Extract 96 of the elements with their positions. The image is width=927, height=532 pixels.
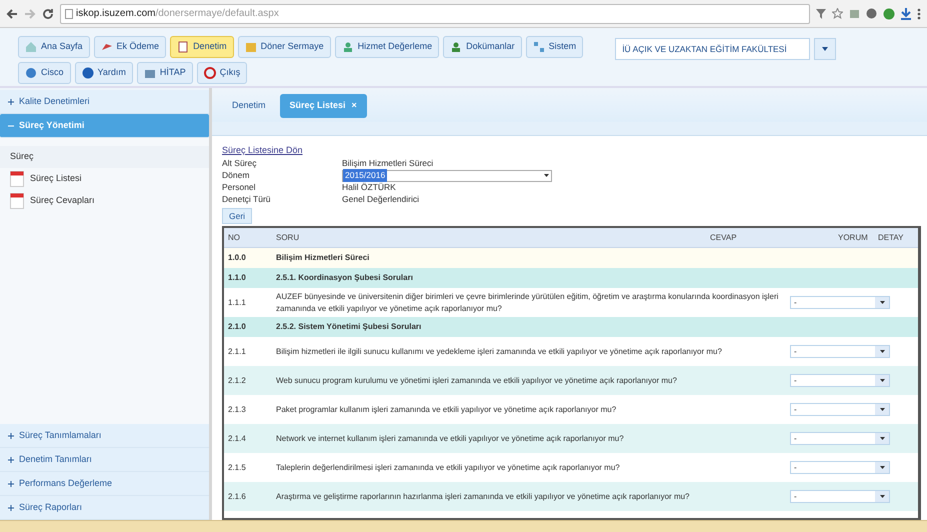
page-icon bbox=[65, 8, 73, 18]
menu-button[interactable]: Sistem bbox=[526, 36, 584, 58]
field-value: Halil ÖZTÜRK bbox=[342, 181, 396, 194]
field-label: Denetçi Türü bbox=[222, 193, 272, 206]
answer-select[interactable]: - bbox=[790, 374, 890, 388]
house-icon bbox=[25, 41, 37, 53]
section-title: 2.5.2. Sistem Yönetimi Şubesi Soruları bbox=[276, 321, 422, 334]
tab[interactable]: Denetim bbox=[222, 94, 276, 118]
power-icon bbox=[204, 67, 216, 79]
question-text: Network ve internet kullanım işleri zamanında ve etkili yapılıyor ve yönetime açık raporlanıyor mu? bbox=[276, 432, 625, 445]
accordion-header[interactable]: Süreç Raporları bbox=[0, 496, 209, 520]
plus-icon bbox=[8, 480, 14, 486]
caret-icon bbox=[880, 437, 884, 440]
field-value: Genel Değerlendirici bbox=[342, 193, 420, 206]
row-number: 2.1.5 bbox=[227, 462, 247, 474]
column-header: YORUM bbox=[838, 232, 869, 244]
plus-icon bbox=[8, 504, 14, 510]
question-text: Web sunucu program kurulumu ve yönetimi işleri zamanında ve etkili yapılıyor ve yönetime açık raporlanıyor mu? bbox=[276, 374, 678, 387]
star-icon[interactable] bbox=[832, 8, 843, 19]
field-value: Bilişim Hizmetleri Süreci bbox=[342, 157, 434, 170]
row-number: 2.1.0 bbox=[227, 321, 247, 334]
section-title: 2.5.1. Koordinasyon Şubesi Soruları bbox=[276, 272, 414, 284]
question-text: Bilişim hizmetleri ile ilgili sunucu kullanımı ve yedekleme işleri zamanında ve etkili yapılıyor ve yönetime açık raporlanıyor mu? bbox=[276, 346, 723, 358]
minus-icon bbox=[8, 122, 14, 128]
menu-button[interactable]: Ek Ödeme bbox=[94, 36, 166, 58]
answer-select[interactable]: - bbox=[790, 296, 890, 310]
accordion-header[interactable]: Denetim Tanımları bbox=[0, 448, 209, 472]
caret-icon bbox=[544, 174, 549, 177]
calendar-icon bbox=[10, 192, 24, 208]
row-number: 2.1.2 bbox=[227, 374, 247, 387]
dropdown-button[interactable] bbox=[814, 38, 836, 60]
plus-icon bbox=[8, 432, 14, 438]
person-icon bbox=[450, 41, 462, 53]
menu-button[interactable]: Hizmet Değerleme bbox=[334, 36, 440, 58]
download-icon[interactable] bbox=[901, 8, 911, 20]
back-icon[interactable] bbox=[6, 8, 18, 20]
sidebar-item[interactable]: Süreç Cevapları bbox=[0, 190, 209, 212]
caret-icon bbox=[822, 47, 828, 51]
back-link[interactable]: Süreç Listesine Dön bbox=[222, 144, 917, 158]
column-header: NO bbox=[227, 232, 241, 244]
url-text: iskop.isuzem.com/donersermaye/default.aspx bbox=[76, 7, 279, 21]
field-label: Alt Süreç bbox=[222, 157, 258, 170]
plus-icon bbox=[8, 456, 14, 462]
menu-button[interactable]: Çıkış bbox=[196, 62, 248, 84]
answer-select[interactable]: - bbox=[790, 345, 890, 358]
column-header: SORU bbox=[276, 232, 300, 244]
row-number: 1.0.0 bbox=[227, 252, 247, 264]
menu-button[interactable]: Dokümanlar bbox=[443, 36, 522, 58]
document-icon bbox=[177, 41, 190, 53]
column-header: CEVAP bbox=[710, 232, 738, 244]
caret-icon bbox=[880, 350, 884, 354]
menu-button[interactable]: Ana Sayfa bbox=[18, 36, 90, 58]
period-select[interactable]: 2015/2016 bbox=[342, 170, 552, 182]
menu-button[interactable]: Döner Sermaye bbox=[238, 36, 331, 58]
answer-select[interactable]: - bbox=[790, 403, 890, 416]
accordion-header[interactable]: Süreç Tanımlamaları bbox=[0, 424, 209, 448]
accordion-header[interactable]: Kalite Denetimleri bbox=[0, 90, 209, 114]
question-text: Araştırma ve geliştirme raporlarının hazırlanma işleri zamanında ve etkili yapılıyor ve yönetime açık raporlanıyor mu? bbox=[276, 490, 690, 503]
row-number: 1.1.1 bbox=[227, 296, 247, 309]
caret-icon bbox=[880, 408, 884, 412]
answer-select[interactable]: - bbox=[790, 461, 890, 474]
question-text: Taleplerin değerlendirilmesi işleri zamanında ve etkili yapılıyor ve yönetime açık raporlanıyor mu? bbox=[276, 462, 621, 474]
row-number: 1.1.0 bbox=[227, 272, 247, 284]
column-header: DETAY bbox=[878, 232, 904, 244]
question-text: AUZEF bünyesinde ve üniversitenin diğer birimleri ve çevre birimlerinde yürütülen eğitim, öğretim ve araştırma konularında koordinasyon işleri zamanında ve etkili yapılıyor ve yönetime açık raporlanıyor mu? bbox=[276, 290, 780, 315]
menu-button[interactable]: HİTAP bbox=[136, 62, 193, 84]
field-label: Dönem bbox=[222, 169, 250, 182]
field-label: Personel bbox=[222, 181, 257, 194]
menu-button[interactable]: Denetim bbox=[170, 36, 234, 58]
plus-icon bbox=[8, 98, 14, 104]
caret-icon bbox=[880, 466, 884, 470]
section-title: Bilişim Hizmetleri Süreci bbox=[276, 252, 370, 264]
calendar-icon bbox=[10, 170, 24, 186]
caret-icon bbox=[880, 379, 884, 382]
answer-select[interactable]: - bbox=[790, 432, 890, 446]
address-bar[interactable]: iskop.isuzem.com/donersermaye/default.aspx bbox=[60, 4, 810, 24]
caret-icon bbox=[880, 301, 884, 304]
sidebar-item[interactable]: Süreç Listesi bbox=[0, 168, 209, 190]
row-number: 2.1.3 bbox=[227, 404, 247, 416]
menu-icon[interactable] bbox=[917, 8, 921, 20]
back-button[interactable]: Geri bbox=[222, 208, 252, 224]
caret-icon bbox=[880, 495, 884, 498]
filter-icon[interactable] bbox=[816, 8, 826, 18]
reload-icon[interactable] bbox=[42, 8, 54, 20]
accordion-header[interactable]: Performans Değerleme bbox=[0, 472, 209, 496]
faculty-select[interactable]: İÜ AÇIK VE UZAKTAN EĞİTİM FAKÜLTESİ bbox=[615, 38, 810, 60]
question-text: Paket programlar kullanım işleri zamanında ve etkili yapılıyor ve yönetime açık raporlanıyor mu? bbox=[276, 404, 618, 416]
person-icon bbox=[342, 41, 354, 53]
menu-button[interactable]: Cisco bbox=[18, 62, 71, 84]
folder-icon bbox=[244, 41, 257, 53]
section-heading: Süreç bbox=[0, 146, 209, 168]
row-number: 2.1.6 bbox=[227, 490, 247, 503]
answer-select[interactable]: - bbox=[790, 490, 890, 504]
menu-button[interactable]: Yardım bbox=[74, 62, 133, 84]
row-number: 2.1.4 bbox=[227, 432, 247, 445]
row-number: 2.1.1 bbox=[227, 346, 247, 358]
